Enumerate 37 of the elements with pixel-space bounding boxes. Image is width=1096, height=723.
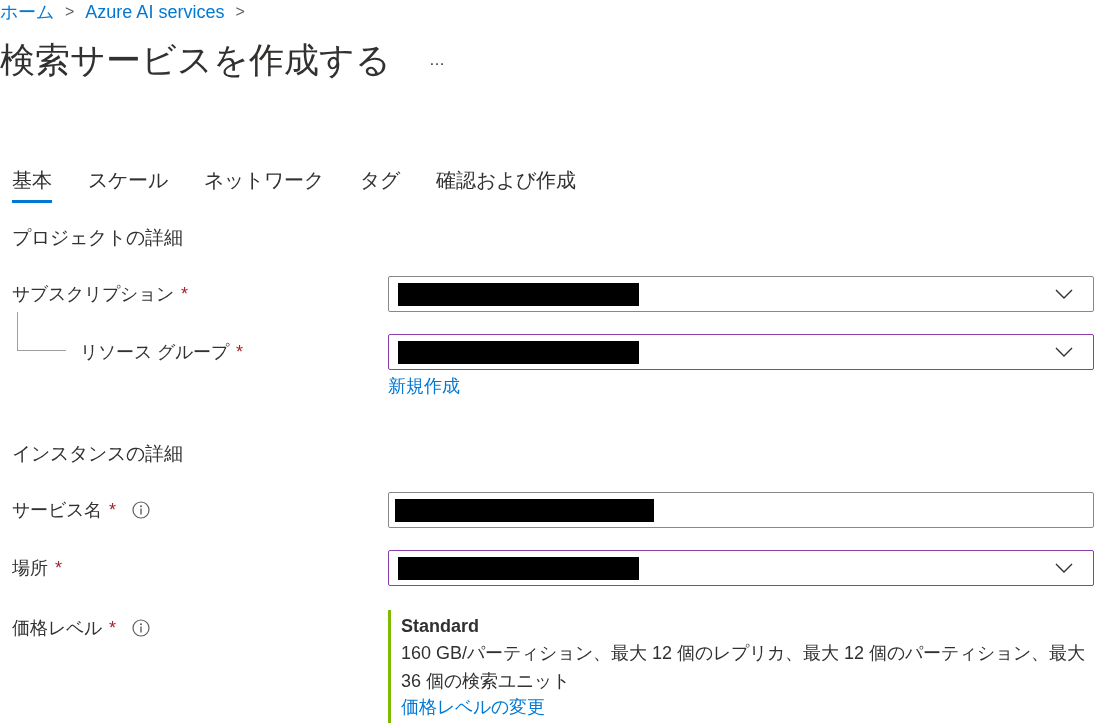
chevron-down-icon xyxy=(1055,563,1073,573)
page-title: 検索サービスを作成する xyxy=(0,38,391,81)
field-label: リソース グループ xyxy=(80,341,229,364)
dropdown-field[interactable] xyxy=(388,276,1094,312)
pricing-description: 160 GB/パーティション、最大 12 個のレプリカ、最大 12 個のパーティション、最大 36 個の検索ユニット xyxy=(401,642,1087,693)
field-label: サービス名 xyxy=(12,499,102,522)
required-mark: * xyxy=(236,341,244,363)
section-heading: プロジェクトの詳細 xyxy=(12,226,184,250)
required-mark: * xyxy=(109,617,116,639)
field-label: サブスクリプション xyxy=(12,283,174,306)
tab[interactable]: タグ xyxy=(360,167,400,203)
breadcrumb-link[interactable]: ホーム xyxy=(0,1,54,23)
dropdown-field[interactable] xyxy=(388,334,1094,370)
chevron-down-icon xyxy=(1055,347,1073,357)
link[interactable]: 価格レベルの変更 xyxy=(401,695,545,719)
required-mark: * xyxy=(181,283,188,305)
field-label: 価格レベル xyxy=(12,617,102,640)
breadcrumb-link[interactable]: Azure AI services xyxy=(85,1,225,23)
more-button[interactable]: … xyxy=(427,50,447,70)
tab[interactable]: 基本 xyxy=(12,167,52,203)
required-mark: * xyxy=(55,557,62,579)
field-label: 場所 xyxy=(12,557,48,580)
tab[interactable]: 確認および作成 xyxy=(436,167,576,203)
info-icon[interactable] xyxy=(132,619,150,637)
info-icon[interactable] xyxy=(132,501,150,519)
pricing-tier-name: Standard xyxy=(401,616,480,637)
breadcrumb-separator: > xyxy=(65,2,75,22)
tree-connector xyxy=(17,312,66,351)
required-mark: * xyxy=(109,499,116,521)
dropdown-field[interactable] xyxy=(388,550,1094,586)
section-heading: インスタンスの詳細 xyxy=(12,442,184,466)
breadcrumb-separator: > xyxy=(235,2,245,22)
chevron-down-icon xyxy=(1055,289,1073,299)
tab[interactable]: ネットワーク xyxy=(204,167,324,203)
tab[interactable]: スケール xyxy=(88,167,168,203)
input-field[interactable] xyxy=(388,492,1094,528)
link[interactable]: 新規作成 xyxy=(388,374,460,398)
